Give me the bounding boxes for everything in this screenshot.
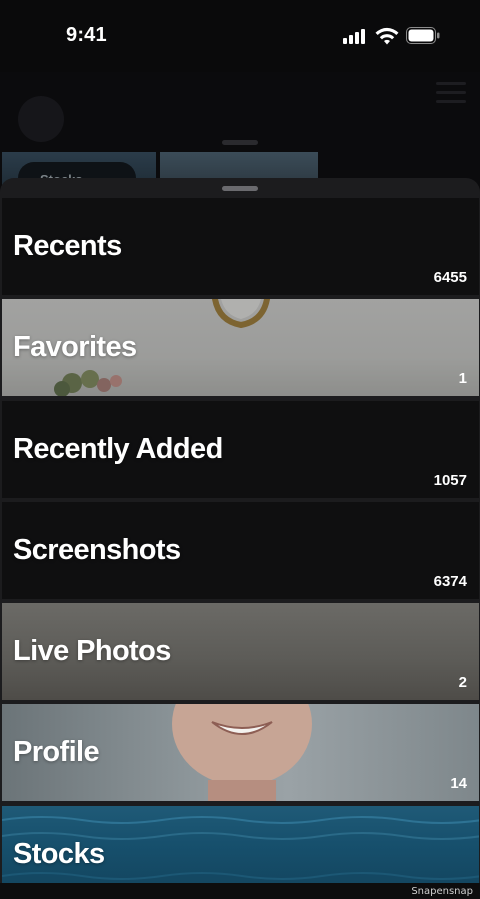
album-count: 2 [458, 674, 467, 691]
album-title: Recently Added [13, 433, 223, 465]
album-profile[interactable]: Profile 14 [2, 704, 479, 801]
watermark-text: Snapensnap [411, 886, 473, 897]
smiling-face-image [172, 704, 312, 801]
album-count: 6455 [433, 269, 467, 286]
battery-icon [406, 27, 440, 44]
cellular-signal-icon [343, 28, 369, 44]
background-avatar [18, 96, 64, 142]
background-screen: Stocks [0, 72, 480, 196]
album-title: Live Photos [13, 635, 171, 667]
album-count: 1 [458, 370, 467, 387]
background-menu-icon [436, 82, 466, 104]
sheet-grabber[interactable] [222, 186, 258, 191]
bottom-bar [0, 883, 480, 899]
wifi-icon [375, 27, 399, 45]
album-title: Favorites [13, 331, 137, 363]
status-time: 9:41 [66, 24, 107, 46]
album-recents[interactable]: Recents 6455 [2, 198, 479, 295]
background-sheet-grabber [222, 140, 258, 145]
status-bar: 9:41 [0, 0, 480, 72]
album-screenshots[interactable]: Screenshots 6374 [2, 502, 479, 599]
album-title: Screenshots [13, 534, 181, 566]
album-title: Profile [13, 736, 100, 768]
album-favorites[interactable]: Favorites 1 [2, 299, 479, 396]
album-list-sheet[interactable]: Recents 6455 Favorites 1 Recently Added … [0, 178, 480, 899]
album-count: 1057 [433, 472, 467, 489]
album-count: 6374 [433, 573, 467, 590]
album-title: Recents [13, 230, 122, 262]
album-count: 14 [450, 775, 467, 792]
album-live-photos[interactable]: Live Photos 2 [2, 603, 479, 700]
album-recently-added[interactable]: Recently Added 1057 [2, 401, 479, 498]
album-title: Stocks [13, 838, 105, 870]
